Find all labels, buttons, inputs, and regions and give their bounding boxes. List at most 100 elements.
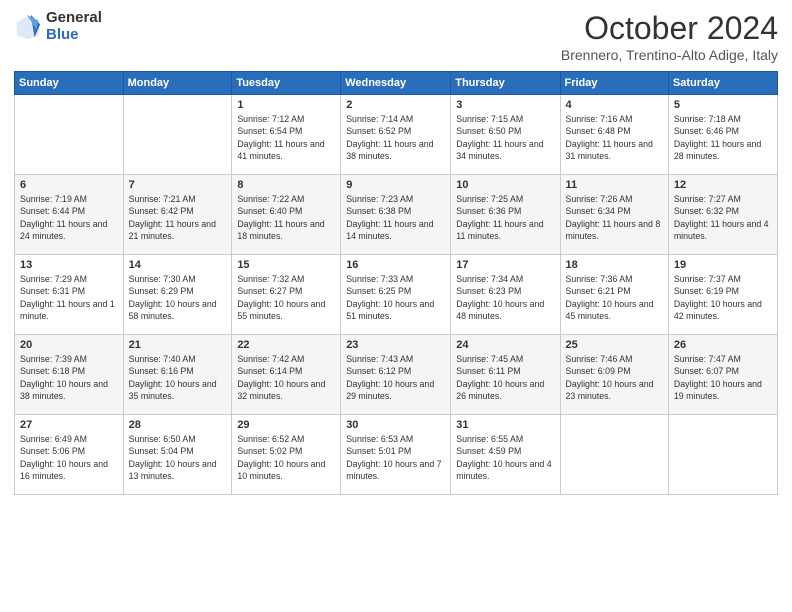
table-row: [668, 415, 777, 495]
table-row: 5 Sunrise: 7:18 AM Sunset: 6:46 PM Daylig…: [668, 95, 777, 175]
table-row: 10Sunrise: 7:25 AM Sunset: 6:36 PM Dayli…: [451, 175, 560, 255]
table-row: 22Sunrise: 7:42 AM Sunset: 6:14 PM Dayli…: [232, 335, 341, 415]
col-monday: Monday: [123, 72, 232, 95]
day-number: 27: [20, 419, 118, 431]
day-info: Sunrise: 7:21 AM Sunset: 6:42 PM Dayligh…: [129, 193, 227, 242]
logo-general-label: General: [46, 10, 102, 27]
table-row: 25 Sunrise: 7:46 AM Sunset: 6:09 PM Dayli…: [560, 335, 668, 415]
logo: General Blue: [14, 10, 102, 43]
day-info: Sunrise: 7:16 AM Sunset: 6:48 PM Dayligh…: [566, 113, 663, 162]
day-info: Sunrise: 6:52 AM Sunset: 5:02 PM Dayligh…: [237, 433, 335, 482]
calendar-header-row: Sunday Monday Tuesday Wednesday Thursday…: [15, 72, 778, 95]
calendar-week-row: 27 Sunrise: 6:49 AM Sunset: 5:06 PM Dayli…: [15, 415, 778, 495]
calendar-week-row: 20 Sunrise: 7:39 AM Sunset: 6:18 PM Dayli…: [15, 335, 778, 415]
day-number: 19: [674, 259, 772, 271]
day-number: 20: [20, 339, 118, 351]
day-info: Sunrise: 7:33 AM Sunset: 6:25 PM Dayligh…: [346, 273, 445, 322]
table-row: 3Sunrise: 7:15 AM Sunset: 6:50 PM Daylig…: [451, 95, 560, 175]
day-number: 1: [237, 99, 335, 111]
day-number: 24: [456, 339, 554, 351]
table-row: 13Sunrise: 7:29 AM Sunset: 6:31 PM Dayli…: [15, 255, 124, 335]
table-row: 20 Sunrise: 7:39 AM Sunset: 6:18 PM Dayli…: [15, 335, 124, 415]
day-info: Sunrise: 7:27 AM Sunset: 6:32 PM Dayligh…: [674, 193, 772, 242]
day-number: 30: [346, 419, 445, 431]
day-number: 25: [566, 339, 663, 351]
day-number: 15: [237, 259, 335, 271]
calendar-week-row: 6Sunrise: 7:19 AM Sunset: 6:44 PM Daylig…: [15, 175, 778, 255]
col-thursday: Thursday: [451, 72, 560, 95]
day-info: Sunrise: 7:43 AM Sunset: 6:12 PM Dayligh…: [346, 353, 445, 402]
table-row: 6Sunrise: 7:19 AM Sunset: 6:44 PM Daylig…: [15, 175, 124, 255]
day-info: Sunrise: 6:50 AM Sunset: 5:04 PM Dayligh…: [129, 433, 227, 482]
location-subtitle: Brennero, Trentino-Alto Adige, Italy: [561, 47, 778, 63]
day-info: Sunrise: 7:39 AM Sunset: 6:18 PM Dayligh…: [20, 353, 118, 402]
day-info: Sunrise: 7:12 AM Sunset: 6:54 PM Dayligh…: [237, 113, 335, 162]
table-row: 30 Sunrise: 6:53 AM Sunset: 5:01 PM Dayli…: [341, 415, 451, 495]
day-info: Sunrise: 7:22 AM Sunset: 6:40 PM Dayligh…: [237, 193, 335, 242]
table-row: 23 Sunrise: 7:43 AM Sunset: 6:12 PM Dayli…: [341, 335, 451, 415]
day-number: 9: [346, 179, 445, 191]
calendar-week-row: 13Sunrise: 7:29 AM Sunset: 6:31 PM Dayli…: [15, 255, 778, 335]
logo-blue-label: Blue: [46, 27, 102, 44]
calendar-table: Sunday Monday Tuesday Wednesday Thursday…: [14, 71, 778, 495]
day-number: 29: [237, 419, 335, 431]
day-number: 28: [129, 419, 227, 431]
day-info: Sunrise: 7:37 AM Sunset: 6:19 PM Dayligh…: [674, 273, 772, 322]
table-row: 12 Sunrise: 7:27 AM Sunset: 6:32 PM Dayli…: [668, 175, 777, 255]
month-title: October 2024: [561, 10, 778, 47]
table-row: 8Sunrise: 7:22 AM Sunset: 6:40 PM Daylig…: [232, 175, 341, 255]
day-info: Sunrise: 7:23 AM Sunset: 6:38 PM Dayligh…: [346, 193, 445, 242]
table-row: 28 Sunrise: 6:50 AM Sunset: 5:04 PM Dayli…: [123, 415, 232, 495]
table-row: 1 Sunrise: 7:12 AM Sunset: 6:54 PM Daylig…: [232, 95, 341, 175]
day-info: Sunrise: 6:49 AM Sunset: 5:06 PM Dayligh…: [20, 433, 118, 482]
day-number: 7: [129, 179, 227, 191]
day-info: Sunrise: 7:47 AM Sunset: 6:07 PM Dayligh…: [674, 353, 772, 402]
table-row: 16 Sunrise: 7:33 AM Sunset: 6:25 PM Dayli…: [341, 255, 451, 335]
day-info: Sunrise: 6:55 AM Sunset: 4:59 PM Dayligh…: [456, 433, 554, 482]
day-number: 16: [346, 259, 445, 271]
col-saturday: Saturday: [668, 72, 777, 95]
day-number: 23: [346, 339, 445, 351]
title-block: October 2024 Brennero, Trentino-Alto Adi…: [561, 10, 778, 63]
table-row: 27 Sunrise: 6:49 AM Sunset: 5:06 PM Dayli…: [15, 415, 124, 495]
day-number: 17: [456, 259, 554, 271]
table-row: 15Sunrise: 7:32 AM Sunset: 6:27 PM Dayli…: [232, 255, 341, 335]
day-number: 3: [456, 99, 554, 111]
table-row: 31Sunrise: 6:55 AM Sunset: 4:59 PM Dayli…: [451, 415, 560, 495]
col-wednesday: Wednesday: [341, 72, 451, 95]
day-info: Sunrise: 7:34 AM Sunset: 6:23 PM Dayligh…: [456, 273, 554, 322]
day-number: 11: [566, 179, 663, 191]
day-number: 5: [674, 99, 772, 111]
table-row: 7 Sunrise: 7:21 AM Sunset: 6:42 PM Daylig…: [123, 175, 232, 255]
day-number: 4: [566, 99, 663, 111]
table-row: 14Sunrise: 7:30 AM Sunset: 6:29 PM Dayli…: [123, 255, 232, 335]
table-row: 9 Sunrise: 7:23 AM Sunset: 6:38 PM Daylig…: [341, 175, 451, 255]
table-row: [560, 415, 668, 495]
col-sunday: Sunday: [15, 72, 124, 95]
day-number: 26: [674, 339, 772, 351]
day-number: 12: [674, 179, 772, 191]
table-row: 4 Sunrise: 7:16 AM Sunset: 6:48 PM Daylig…: [560, 95, 668, 175]
day-info: Sunrise: 7:46 AM Sunset: 6:09 PM Dayligh…: [566, 353, 663, 402]
day-number: 18: [566, 259, 663, 271]
table-row: 18Sunrise: 7:36 AM Sunset: 6:21 PM Dayli…: [560, 255, 668, 335]
header: General Blue October 2024 Brennero, Tren…: [14, 10, 778, 63]
table-row: 29 Sunrise: 6:52 AM Sunset: 5:02 PM Dayli…: [232, 415, 341, 495]
day-info: Sunrise: 7:19 AM Sunset: 6:44 PM Dayligh…: [20, 193, 118, 242]
calendar-week-row: 1 Sunrise: 7:12 AM Sunset: 6:54 PM Daylig…: [15, 95, 778, 175]
table-row: [15, 95, 124, 175]
day-info: Sunrise: 7:45 AM Sunset: 6:11 PM Dayligh…: [456, 353, 554, 402]
day-number: 2: [346, 99, 445, 111]
page: General Blue October 2024 Brennero, Tren…: [0, 0, 792, 612]
day-number: 10: [456, 179, 554, 191]
day-info: Sunrise: 6:53 AM Sunset: 5:01 PM Dayligh…: [346, 433, 445, 482]
day-info: Sunrise: 7:42 AM Sunset: 6:14 PM Dayligh…: [237, 353, 335, 402]
day-number: 21: [129, 339, 227, 351]
day-info: Sunrise: 7:14 AM Sunset: 6:52 PM Dayligh…: [346, 113, 445, 162]
logo-icon: [14, 13, 42, 41]
day-info: Sunrise: 7:18 AM Sunset: 6:46 PM Dayligh…: [674, 113, 772, 162]
table-row: 26 Sunrise: 7:47 AM Sunset: 6:07 PM Dayli…: [668, 335, 777, 415]
day-number: 14: [129, 259, 227, 271]
table-row: [123, 95, 232, 175]
col-friday: Friday: [560, 72, 668, 95]
